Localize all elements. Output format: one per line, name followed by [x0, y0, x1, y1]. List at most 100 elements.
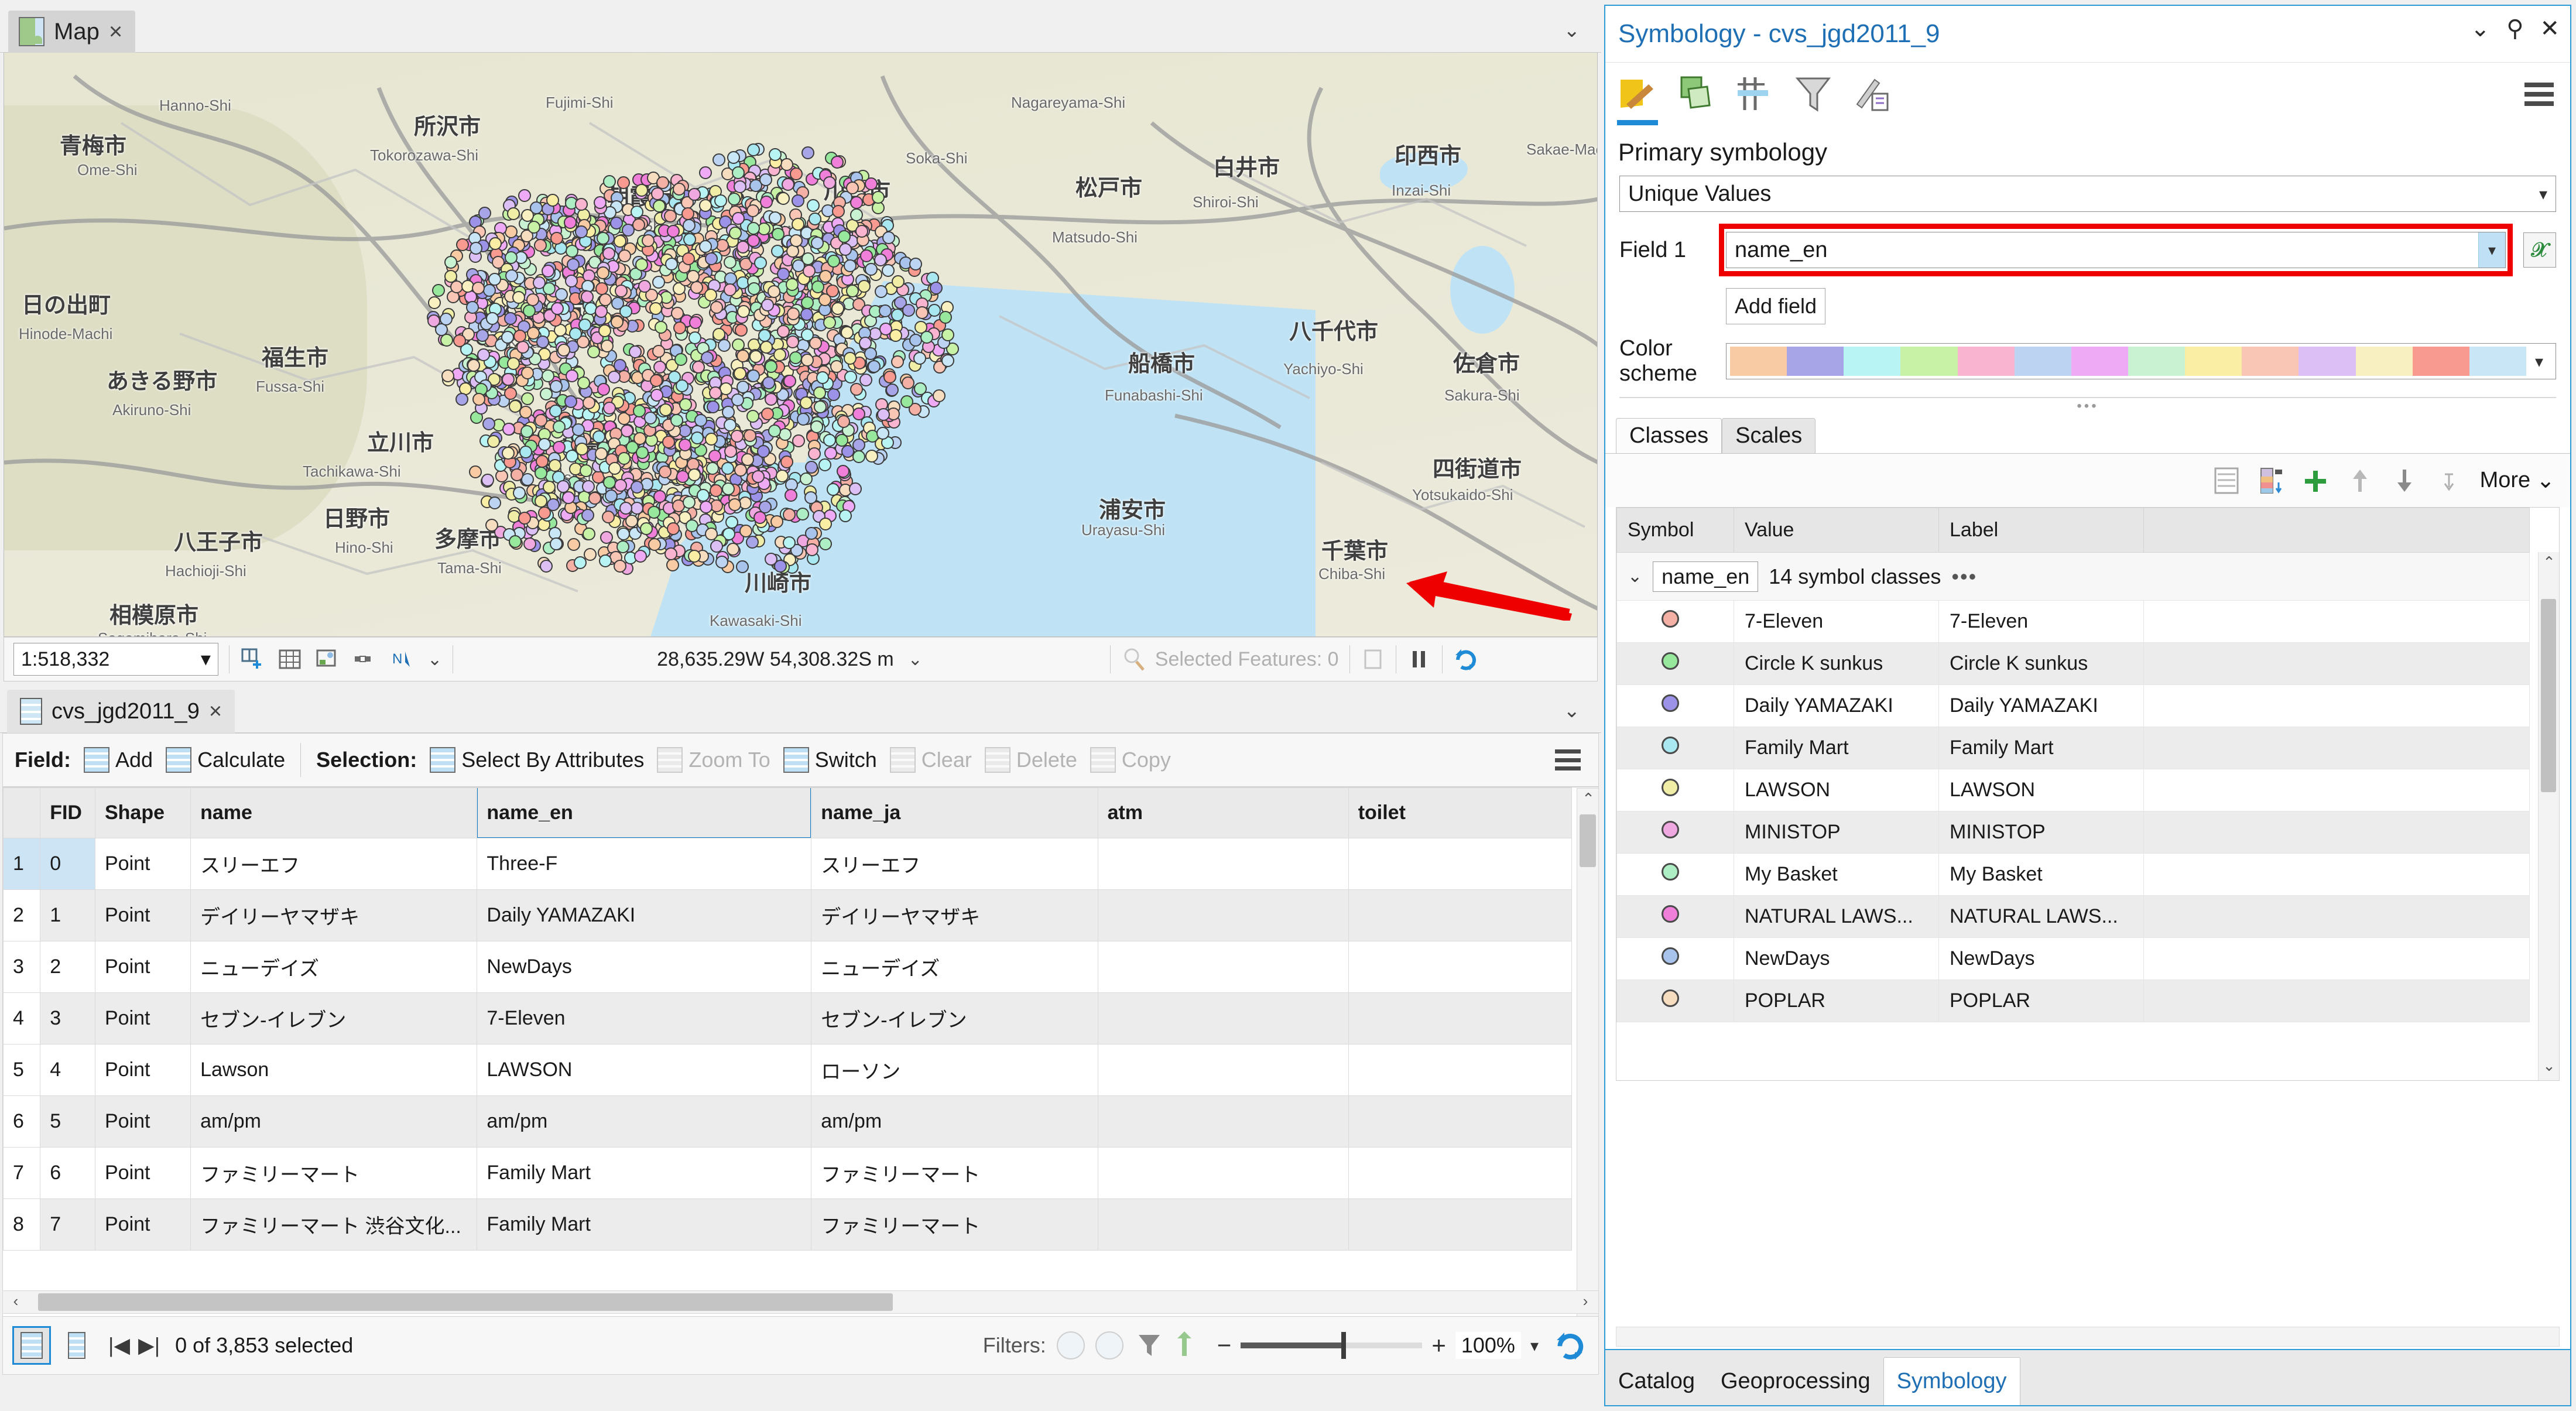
row-number-cell[interactable]: 1 [3, 838, 41, 890]
column-header-atm[interactable]: atm [1097, 787, 1349, 838]
map-point-feature[interactable] [577, 376, 590, 389]
name-ja-cell[interactable]: ニューデイズ [811, 941, 1098, 993]
map-point-feature[interactable] [502, 423, 515, 436]
zoom-slider-knob[interactable] [1341, 1332, 1347, 1359]
map-point-feature[interactable] [819, 537, 832, 550]
map-point-feature[interactable] [759, 501, 772, 513]
map-point-feature[interactable] [705, 433, 718, 446]
map-point-feature[interactable] [582, 480, 595, 493]
map-point-feature[interactable] [688, 188, 701, 201]
map-point-feature[interactable] [724, 445, 737, 458]
map-point-feature[interactable] [765, 393, 777, 406]
map-point-feature[interactable] [470, 242, 482, 255]
move-up-icon[interactable] [2347, 466, 2373, 495]
more-button[interactable]: More ⌄ [2480, 467, 2555, 494]
list-view-icon[interactable] [2213, 466, 2240, 495]
classes-row[interactable]: MINISTOP MINISTOP [1616, 811, 2530, 854]
row-number-cell[interactable]: 6 [3, 1095, 41, 1148]
map-point-feature[interactable] [608, 371, 621, 383]
map-point-feature[interactable] [683, 496, 696, 509]
map-point-feature[interactable] [875, 285, 888, 298]
map-point-feature[interactable] [549, 459, 561, 472]
primary-symbology-select[interactable]: Unique Values ▾ [1619, 176, 2556, 212]
row-number-cell[interactable]: 3 [3, 941, 41, 993]
map-point-feature[interactable] [610, 217, 623, 230]
map-point-feature[interactable] [659, 465, 672, 478]
chevron-down-icon[interactable]: ⌄ [908, 649, 923, 670]
map-point-feature[interactable] [746, 204, 759, 217]
class-value-cell[interactable]: LAWSON [1734, 769, 1939, 811]
map-point-feature[interactable] [801, 296, 814, 309]
attribute-table-horizontal-scrollbar[interactable]: ‹ › [2, 1290, 1599, 1314]
map-point-feature[interactable] [655, 321, 667, 334]
column-header-shape[interactable]: Shape [94, 787, 191, 838]
map-point-feature[interactable] [760, 196, 773, 208]
class-value-cell[interactable]: 7-Eleven [1734, 600, 1939, 643]
map-point-feature[interactable] [819, 518, 832, 530]
list-view-icon[interactable] [60, 1326, 93, 1365]
row-number-cell[interactable]: 5 [3, 1044, 41, 1096]
name-cell[interactable]: Lawson [190, 1044, 478, 1096]
atm-cell[interactable] [1097, 992, 1349, 1044]
map-point-feature[interactable] [546, 194, 559, 207]
map-point-feature[interactable] [732, 166, 745, 179]
more-options-icon[interactable]: ••• [1951, 564, 1977, 589]
map-point-feature[interactable] [550, 380, 563, 393]
fid-cell[interactable]: 1 [40, 889, 95, 941]
map-point-feature[interactable] [913, 352, 926, 365]
map-point-feature[interactable] [521, 209, 534, 222]
map-point-feature[interactable] [580, 464, 592, 477]
classes-row[interactable]: LAWSON LAWSON [1616, 769, 2530, 811]
switch-selection-button[interactable]: Switch [783, 747, 877, 773]
grid-icon[interactable] [278, 647, 302, 672]
name-ja-cell[interactable]: ファミリーマート [811, 1147, 1098, 1199]
map-point-feature[interactable] [440, 313, 453, 326]
map-point-feature[interactable] [569, 327, 582, 340]
map-point-feature[interactable] [777, 325, 790, 338]
class-value-cell[interactable]: Daily YAMAZAKI [1734, 684, 1939, 727]
map-point-feature[interactable] [818, 293, 831, 306]
map-point-feature[interactable] [752, 470, 765, 483]
classes-row[interactable]: Daily YAMAZAKI Daily YAMAZAKI [1616, 684, 2530, 727]
toilet-cell[interactable] [1348, 889, 1573, 941]
map-point-feature[interactable] [891, 355, 904, 368]
map-point-feature[interactable] [731, 430, 744, 443]
atm-cell[interactable] [1097, 889, 1349, 941]
name-en-cell[interactable]: Family Mart [477, 1147, 812, 1199]
map-point-feature[interactable] [837, 415, 850, 428]
map-point-feature[interactable] [882, 264, 895, 277]
toilet-cell[interactable] [1348, 1095, 1573, 1148]
close-icon[interactable]: × [209, 699, 222, 724]
map-point-feature[interactable] [650, 374, 663, 387]
symbol-cell[interactable] [1616, 642, 1734, 685]
name-ja-cell[interactable]: am/pm [811, 1095, 1098, 1148]
map-point-feature[interactable] [900, 395, 913, 408]
attribute-table-vertical-scrollbar[interactable]: ⌃ ⌄ [1577, 788, 1599, 1324]
class-symbol-icon[interactable] [1662, 610, 1679, 628]
class-symbol-icon[interactable] [1662, 947, 1679, 965]
map-point-feature[interactable] [542, 369, 554, 382]
column-header-name-en[interactable]: name_en [477, 787, 812, 838]
map-point-feature[interactable] [523, 537, 536, 550]
map-point-feature[interactable] [467, 359, 480, 372]
map-point-feature[interactable] [729, 227, 742, 239]
map-point-feature[interactable] [588, 492, 601, 505]
map-point-feature[interactable] [715, 556, 728, 568]
map-point-feature[interactable] [697, 489, 710, 502]
chevron-down-icon[interactable]: ⌄ [1564, 699, 1581, 722]
map-point-feature[interactable] [765, 553, 777, 566]
class-value-cell[interactable]: Circle K sunkus [1734, 642, 1939, 685]
class-value-cell[interactable]: NewDays [1734, 937, 1939, 980]
atm-cell[interactable] [1097, 838, 1349, 890]
map-point-feature[interactable] [838, 230, 851, 243]
class-symbol-icon[interactable] [1662, 821, 1679, 838]
map-point-feature[interactable] [595, 305, 608, 318]
classes-row[interactable]: 7-Eleven 7-Eleven [1616, 600, 2530, 643]
map-point-feature[interactable] [634, 550, 647, 563]
class-value-cell[interactable]: Family Mart [1734, 727, 1939, 769]
map-point-feature[interactable] [520, 425, 533, 438]
table-row[interactable]: 5 4 Point Lawson LAWSON ローソン [3, 1044, 1573, 1096]
symbol-cell[interactable] [1616, 980, 1734, 1022]
map-point-feature[interactable] [636, 446, 649, 459]
table-row[interactable]: 6 5 Point am/pm am/pm am/pm [3, 1095, 1573, 1148]
